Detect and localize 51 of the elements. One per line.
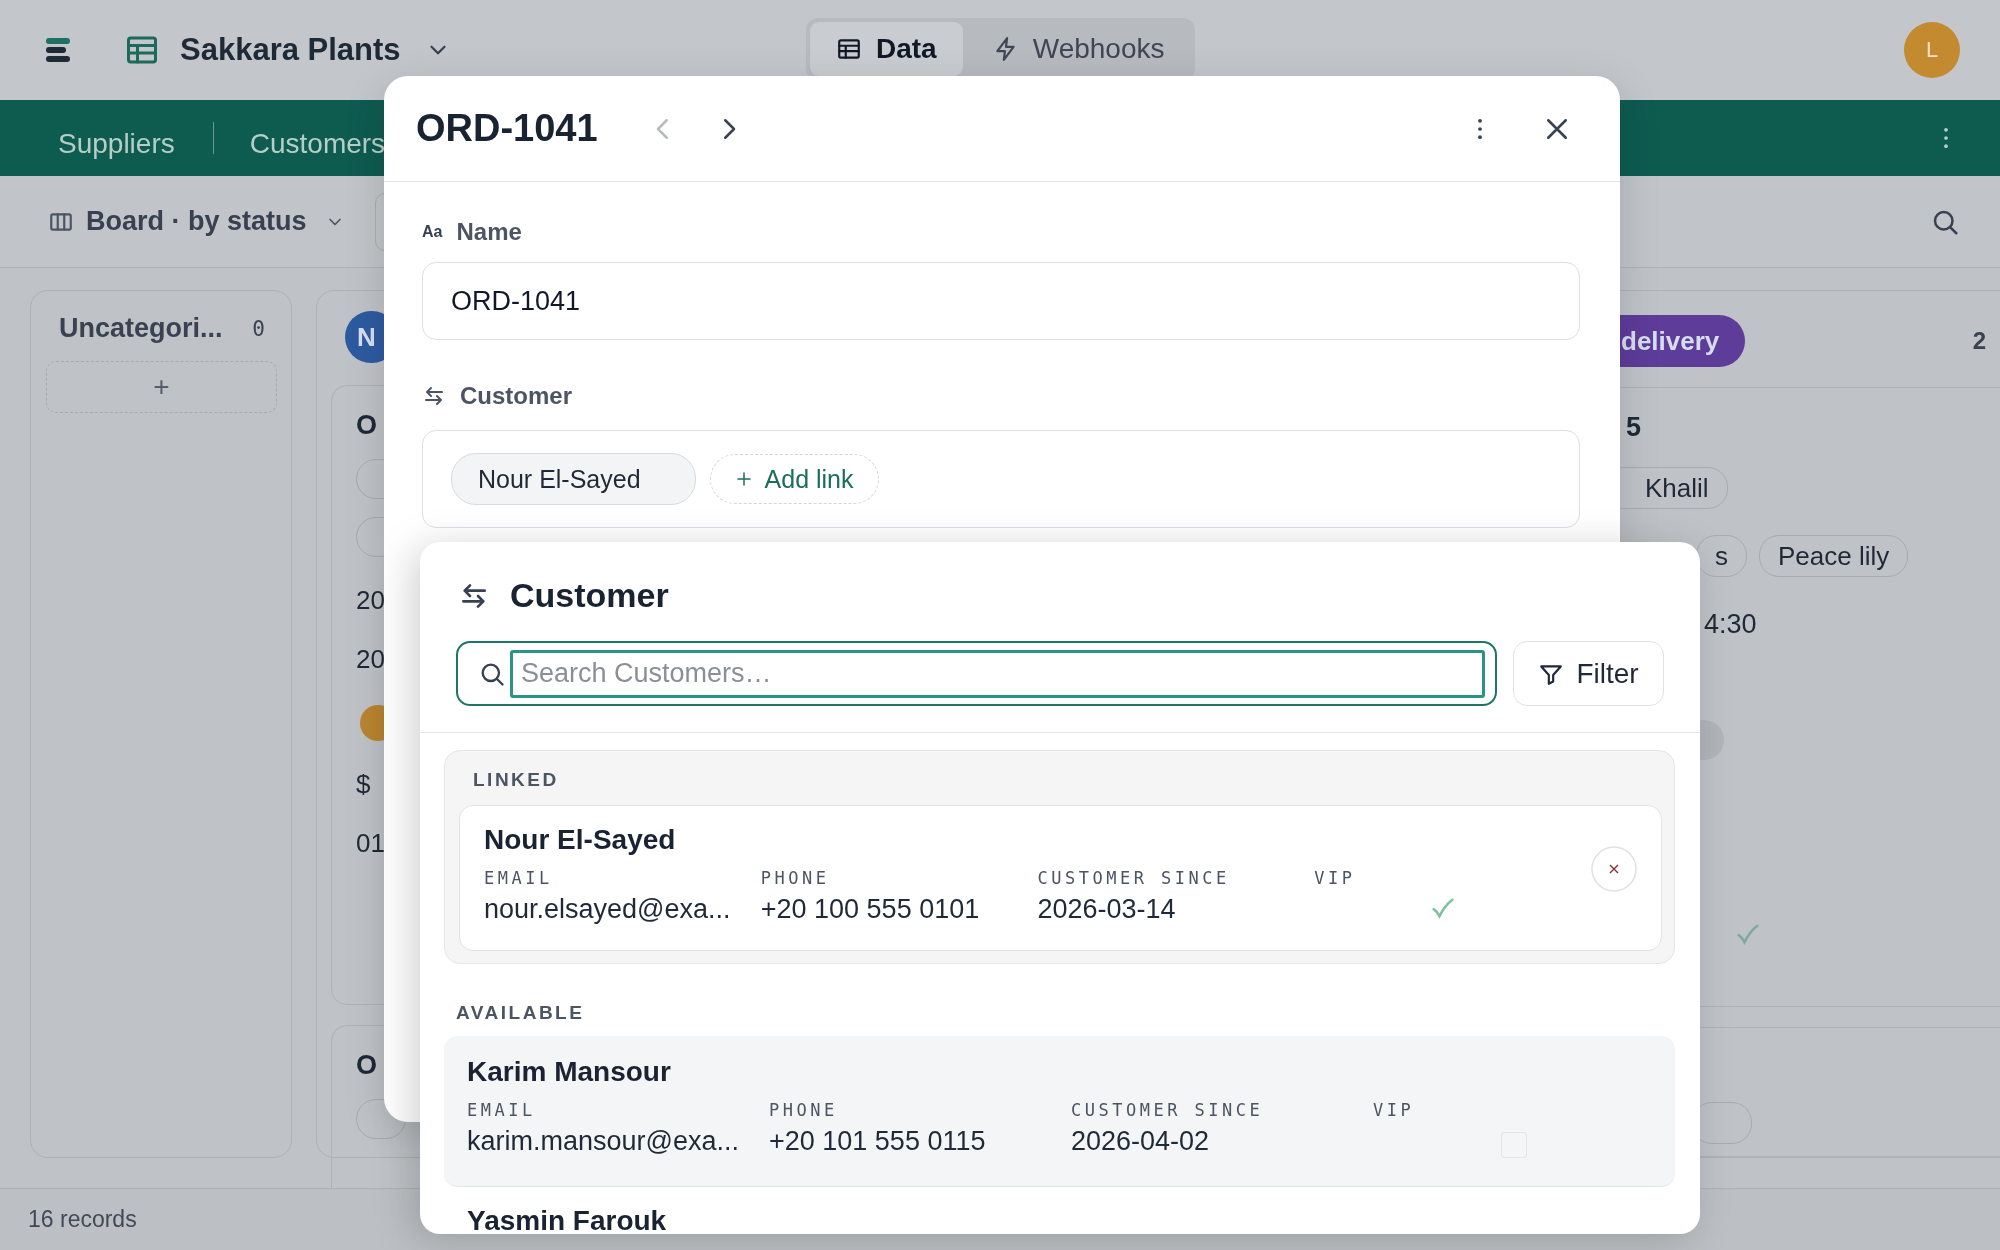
field-label: PHONE <box>760 868 831 888</box>
customer-card[interactable]: Nour El-Sayed EMAIL nour.elsayed@exa... PHONE +20 100 555 0101 CUSTOMER SINCE 2026-03-14 VIP <box>459 805 1662 951</box>
section-heading: LINKED <box>472 769 560 791</box>
filter-button[interactable]: Filter <box>1513 641 1664 706</box>
customer-name: Yasmin Farouk <box>467 1205 668 1234</box>
field-label: PHONE <box>769 1100 839 1120</box>
field-value: +20 101 555 0115 <box>769 1126 987 1158</box>
field-label: CUSTOMER SINCE <box>1037 868 1231 888</box>
section-heading: AVAILABLE <box>455 1002 586 1024</box>
column-count: 2 <box>1972 327 1986 355</box>
card-field-value: 20 <box>356 644 385 675</box>
field-label: VIP <box>1373 1100 1416 1120</box>
field-label: EMAIL <box>467 1100 537 1120</box>
customer-name: Karim Mansour <box>467 1056 672 1088</box>
column-title: Uncategori... <box>59 313 223 344</box>
card-title: 5 <box>1625 412 1642 443</box>
tag: Peace lily <box>1759 535 1909 577</box>
field-value: 2026-04-02 <box>1071 1126 1211 1158</box>
card-field-value: 01 <box>356 828 385 859</box>
field-value: karim.mansour@exa... <box>467 1126 740 1158</box>
table-tab[interactable]: Customers <box>249 128 386 160</box>
card-title: O <box>356 410 377 441</box>
text-type-icon: Aa <box>422 223 443 241</box>
card-field-value: 4:30 <box>1703 609 1757 640</box>
view-tab[interactable]: Webhooks <box>966 22 1191 76</box>
field-label: CUSTOMER SINCE <box>1071 1100 1265 1120</box>
card-field-value: $ <box>356 769 371 800</box>
linked-record-chip[interactable]: Nour El-Sayed <box>451 453 696 505</box>
field-label: Name <box>456 218 522 246</box>
field-label: EMAIL <box>484 868 554 888</box>
name-input[interactable]: ORD-1041 <box>422 262 1580 340</box>
field-value: 2026-03-14 <box>1037 894 1177 926</box>
field-value: +20 100 555 0101 <box>760 894 981 926</box>
card-field-value: 20 <box>356 585 385 616</box>
field-label: VIP <box>1314 868 1357 888</box>
link-field[interactable]: Nour El-Sayed Add link <box>422 430 1580 528</box>
base-title[interactable]: Sakkara Plants <box>180 32 401 68</box>
field-value: nour.elsayed@exa... <box>484 894 732 926</box>
panel-title: Customer <box>510 576 669 615</box>
card-title: O <box>356 1050 377 1081</box>
field-label: Customer <box>460 382 573 410</box>
add-link-button[interactable]: Add link <box>709 454 879 504</box>
view-tab[interactable]: Data <box>810 22 963 76</box>
column-count: 0 <box>252 316 265 341</box>
customer-card[interactable]: Karim Mansour EMAIL karim.mansour@exa... PHONE +20 101 555 0115 CUSTOMER SINCE 2026-04-02 VIP <box>444 1036 1675 1187</box>
add-card-button[interactable]: + <box>46 361 277 413</box>
dialog-title: ORD-1041 <box>416 107 598 150</box>
table-tab[interactable]: Suppliers <box>58 128 175 160</box>
search-field[interactable]: Search Customers… <box>456 641 1497 706</box>
customer-name: Nour El-Sayed <box>484 824 677 856</box>
view-selector[interactable]: Board · by status <box>48 206 345 237</box>
